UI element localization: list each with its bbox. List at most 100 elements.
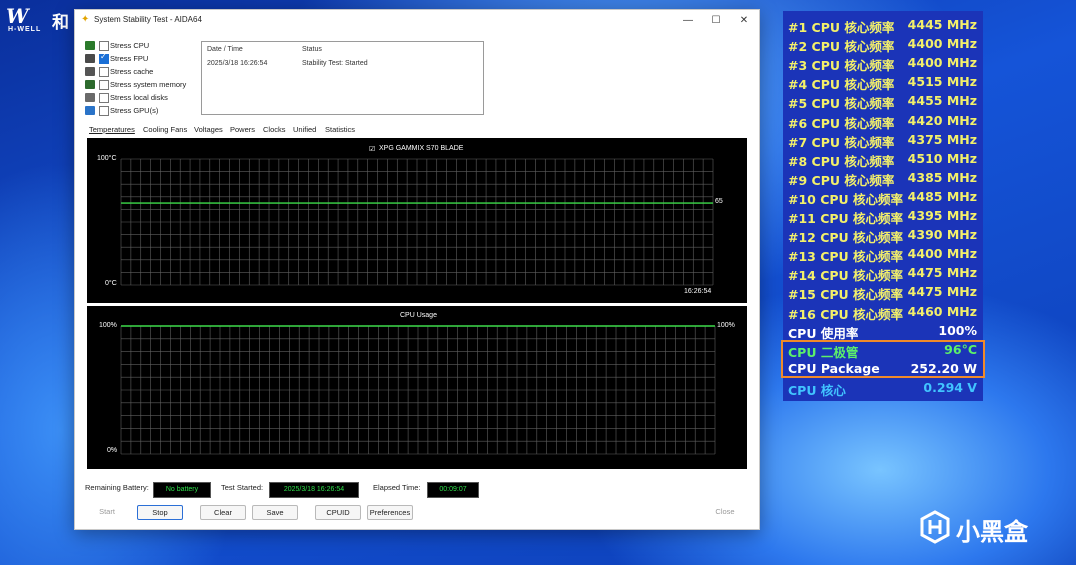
cpu-icon xyxy=(85,41,95,50)
osd-row: #7 CPU 核心频率 4375 MHz xyxy=(783,130,983,150)
watermark-mark: W xyxy=(6,4,29,28)
start-button[interactable]: Start xyxy=(89,505,125,518)
disk-icon xyxy=(85,93,95,102)
stop-button[interactable]: Stop xyxy=(137,505,183,520)
osd-highlight-box xyxy=(781,340,985,378)
cpu-usage-graph: CPU Usage 100% 0% 100% xyxy=(87,306,747,469)
clear-button[interactable]: Clear xyxy=(200,505,246,520)
watermark-cn: 和 xyxy=(52,13,69,33)
osd-value: 4455 MHz xyxy=(907,93,977,109)
cpu-usage-graph-canvas xyxy=(120,325,716,455)
temp-value-label: 65 xyxy=(715,198,723,206)
xiaoheihe-logo-icon xyxy=(920,510,950,544)
status-cell-status: Stability Test: Started xyxy=(302,60,368,67)
stress-checkbox[interactable] xyxy=(99,80,109,90)
elapsed-time-value: 00:09:07 xyxy=(427,482,479,498)
osd-row: #15 CPU 核心频率 4475 MHz xyxy=(783,282,983,302)
temp-legend-checkbox[interactable]: ☑ xyxy=(369,145,375,153)
stress-checkbox[interactable] xyxy=(99,93,109,103)
test-started-label: Test Started: xyxy=(221,483,264,492)
osd-value: 4375 MHz xyxy=(907,131,977,147)
usage-title: CPU Usage xyxy=(400,312,437,319)
minimize-button[interactable]: — xyxy=(675,12,701,30)
tab-powers[interactable]: Powers xyxy=(230,125,255,134)
memory-icon xyxy=(85,80,95,89)
osd-row: #4 CPU 核心频率 4515 MHz xyxy=(783,72,983,92)
temp-legend-label: XPG GAMMIX S70 BLADE xyxy=(379,145,464,152)
osd-row: #13 CPU 核心频率 4400 MHz xyxy=(783,244,983,264)
osd-row: #1 CPU 核心频率 4445 MHz xyxy=(783,15,983,35)
osd-row: #12 CPU 核心频率 4390 MHz xyxy=(783,225,983,245)
stress-option-label: Stress cache xyxy=(110,67,154,76)
osd-value: 4475 MHz xyxy=(907,265,977,281)
stress-checkbox[interactable] xyxy=(99,52,109,64)
osd-row: #8 CPU 核心频率 4510 MHz xyxy=(783,149,983,169)
title-bar[interactable]: ✦ System Stability Test - AIDA64 — ☐ ✕ xyxy=(75,10,759,32)
temp-x-time-label: 16:26:54 xyxy=(684,288,712,295)
osd-value: 4420 MHz xyxy=(907,112,977,128)
status-table: Date / Time Status 2025/3/18 16:26:54 St… xyxy=(201,41,484,115)
tab-clocks[interactable]: Clocks xyxy=(263,125,286,134)
stress-checkbox[interactable] xyxy=(99,106,109,116)
osd-value: 4390 MHz xyxy=(907,227,977,243)
close-window-button[interactable]: ✕ xyxy=(731,12,757,30)
battery-value: No battery xyxy=(153,482,211,498)
fpu-icon xyxy=(85,54,95,63)
osd-value: 4395 MHz xyxy=(907,208,977,223)
preferences-button[interactable]: Preferences xyxy=(367,505,413,520)
stress-option-label: Stress local disks xyxy=(110,93,168,102)
osd-row: #5 CPU 核心频率 4455 MHz xyxy=(783,91,983,111)
usage-y-bottom-label: 0% xyxy=(107,447,118,454)
maximize-button[interactable]: ☐ xyxy=(703,12,729,30)
status-header-status: Status xyxy=(302,46,322,53)
close-button[interactable]: Close xyxy=(707,505,743,518)
stress-option-label: Stress GPU(s) xyxy=(110,106,159,115)
osd-row: #11 CPU 核心频率 4395 MHz xyxy=(783,206,983,226)
osd-row: #3 CPU 核心频率 4400 MHz xyxy=(783,53,983,73)
window-title: System Stability Test - AIDA64 xyxy=(94,15,202,24)
cpuid-button[interactable]: CPUID xyxy=(315,505,361,520)
usage-y-top-label: 100% xyxy=(99,322,117,329)
osd-value: 4460 MHz xyxy=(907,303,977,319)
stress-checkbox[interactable] xyxy=(99,41,109,51)
osd-row: CPU 使用率 100% xyxy=(783,321,983,341)
status-header-datetime: Date / Time xyxy=(207,46,243,53)
osd-value: 0.294 V xyxy=(923,379,977,395)
osd-value: 4515 MHz xyxy=(907,74,977,90)
tab-unified[interactable]: Unified xyxy=(293,125,316,134)
aida64-app-icon: ✦ xyxy=(81,14,90,25)
osd-value: 4475 MHz xyxy=(907,284,977,300)
stress-option-label: Stress FPU xyxy=(110,54,149,63)
battery-label: Remaining Battery: xyxy=(85,483,149,492)
osd-row: #2 CPU 核心频率 4400 MHz xyxy=(783,34,983,54)
stress-option-label: Stress CPU xyxy=(110,41,150,50)
tab-voltages[interactable]: Voltages xyxy=(194,125,223,134)
cache-icon xyxy=(85,67,95,76)
osd-value: 4400 MHz xyxy=(907,36,977,52)
stability-test-window: ✦ System Stability Test - AIDA64 — ☐ ✕ D… xyxy=(74,9,760,530)
osd-value: 100% xyxy=(938,322,977,338)
tab-temperatures[interactable]: Temperatures xyxy=(89,125,135,134)
osd-row: CPU 核心 0.294 V xyxy=(783,378,983,398)
watermark-sub: H-WELL xyxy=(8,26,42,33)
temp-y-top-label: 100°C xyxy=(97,155,117,162)
stress-checkbox[interactable] xyxy=(99,67,109,77)
osd-row: #10 CPU 核心频率 4485 MHz xyxy=(783,187,983,207)
monitor-icon xyxy=(85,106,95,115)
tab-statistics[interactable]: Statistics xyxy=(325,125,355,134)
osd-value: 4400 MHz xyxy=(907,55,977,71)
osd-row: #14 CPU 核心频率 4475 MHz xyxy=(783,263,983,283)
save-button[interactable]: Save xyxy=(252,505,298,520)
osd-row: #9 CPU 核心频率 4385 MHz xyxy=(783,168,983,188)
usage-value-label: 100% xyxy=(717,322,735,329)
elapsed-time-label: Elapsed Time: xyxy=(373,483,421,492)
tab-cooling-fans[interactable]: Cooling Fans xyxy=(143,125,187,134)
stress-option-label: Stress system memory xyxy=(110,80,187,89)
osd-value: 4400 MHz xyxy=(907,246,977,262)
osd-value: 4445 MHz xyxy=(907,17,977,32)
temp-y-bottom-label: 0°C xyxy=(105,280,117,287)
osd-value: 4510 MHz xyxy=(907,150,977,166)
temperature-graph-canvas xyxy=(120,158,714,286)
osd-row: #16 CPU 核心频率 4460 MHz xyxy=(783,302,983,322)
osd-value: 4485 MHz xyxy=(907,188,977,204)
